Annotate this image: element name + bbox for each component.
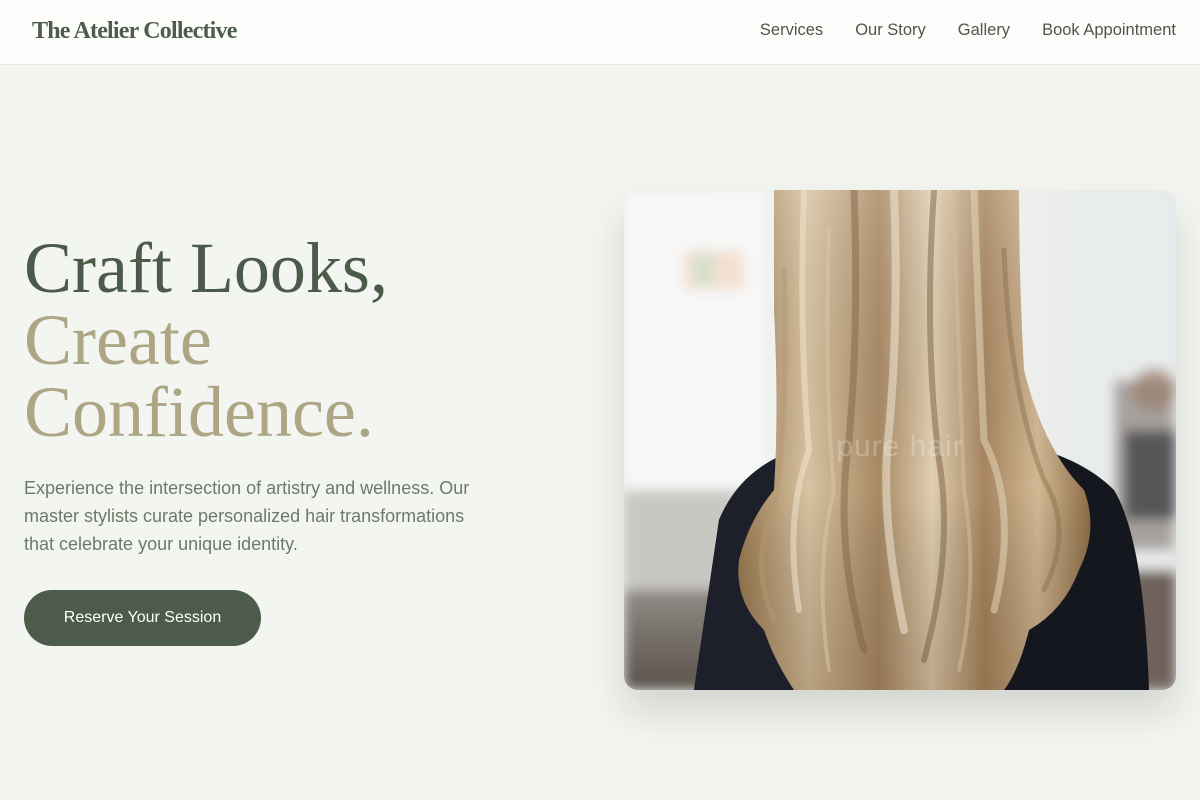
nav-book-appointment[interactable]: Book Appointment: [1042, 19, 1176, 41]
hero-image: pure hair: [624, 190, 1176, 690]
nav-services[interactable]: Services: [760, 19, 823, 41]
headline-line-1: Craft Looks,: [24, 228, 388, 308]
nav-gallery[interactable]: Gallery: [958, 19, 1010, 41]
main-nav: Services Our Story Gallery Book Appointm…: [728, 19, 1176, 41]
headline-line-3: Confidence.: [24, 372, 374, 452]
image-watermark: pure hair: [836, 430, 964, 463]
reserve-session-button[interactable]: Reserve Your Session: [24, 590, 261, 646]
hero-intro: Experience the intersection of artistry …: [24, 478, 470, 554]
brand-logo[interactable]: The Atelier Collective: [32, 18, 237, 45]
nav-our-story[interactable]: Our Story: [855, 19, 926, 41]
hero-headline: Craft Looks, Create Confidence.: [24, 232, 388, 448]
headline-line-2: Create: [24, 300, 212, 380]
site-header: The Atelier Collective Services Our Stor…: [0, 0, 1200, 65]
